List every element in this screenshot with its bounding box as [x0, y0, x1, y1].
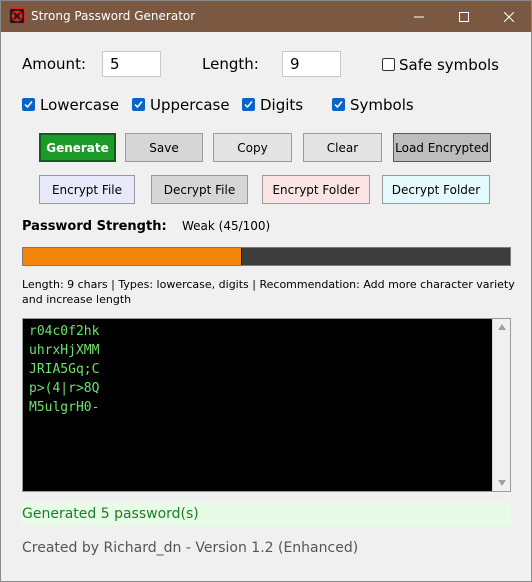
password-line: p>(4|r>8Q [29, 381, 100, 396]
uppercase-checkbox[interactable] [132, 98, 145, 111]
symbols-label[interactable]: Symbols [350, 96, 414, 114]
scroll-up-icon[interactable] [498, 324, 506, 330]
minimize-button[interactable] [396, 1, 441, 32]
checkmark-icon [24, 101, 33, 109]
output-scrollbar[interactable] [492, 319, 510, 491]
password-line: uhrxHjXMM [29, 343, 100, 358]
generate-button[interactable]: Generate [39, 133, 116, 162]
password-line: M5ulgrH0- [29, 400, 100, 415]
lowercase-checkbox[interactable] [22, 98, 35, 111]
copy-button[interactable]: Copy [213, 133, 292, 162]
password-line: r04c0f2hk [29, 324, 100, 339]
checkmark-icon [334, 101, 343, 109]
strength-progress-bar [22, 247, 511, 266]
close-icon [503, 11, 514, 22]
strength-label: Password Strength: [22, 219, 167, 234]
decrypt-folder-button[interactable]: Decrypt Folder [382, 175, 490, 204]
uppercase-label[interactable]: Uppercase [150, 96, 230, 114]
length-label: Length: [202, 55, 259, 73]
checkmark-icon [244, 101, 253, 109]
minimize-icon [413, 16, 424, 17]
title-bar[interactable]: Strong Password Generator [1, 1, 531, 32]
footer-credit: Created by Richard_dn - Version 1.2 (Enh… [22, 540, 359, 556]
app-icon [9, 8, 25, 24]
decrypt-file-button[interactable]: Decrypt File [151, 175, 248, 204]
symbols-checkbox[interactable] [332, 98, 345, 111]
length-input[interactable]: 9 [282, 51, 341, 77]
password-line: JRIA5Gq;C [29, 362, 100, 377]
safe-symbols-label[interactable]: Safe symbols [399, 56, 499, 74]
load-encrypted-button[interactable]: Load Encrypted [393, 133, 491, 162]
password-list: r04c0f2hk uhrxHjXMM JRIA5Gq;C p>(4|r>8Q M5ul… [29, 322, 99, 417]
amount-label: Amount: [22, 55, 86, 73]
strength-value: Weak (45/100) [182, 219, 271, 233]
save-button[interactable]: Save [125, 133, 203, 162]
clear-button[interactable]: Clear [303, 133, 382, 162]
amount-input[interactable]: 5 [102, 51, 161, 77]
maximize-icon [458, 11, 469, 22]
window-title: Strong Password Generator [31, 9, 196, 23]
scroll-down-icon[interactable] [498, 480, 506, 486]
strength-progress-fill [23, 248, 243, 265]
checkmark-icon [134, 101, 143, 109]
close-button[interactable] [486, 1, 531, 32]
safe-symbols-checkbox[interactable] [382, 58, 395, 71]
digits-checkbox[interactable] [242, 98, 255, 111]
strength-details: Length: 9 chars | Types: lowercase, digi… [22, 278, 515, 306]
password-output[interactable]: r04c0f2hk uhrxHjXMM JRIA5Gq;C p>(4|r>8Q M5ul… [22, 318, 511, 492]
encrypt-file-button[interactable]: Encrypt File [39, 175, 135, 204]
app-window: Strong Password Generator Amount: 5 Leng… [0, 0, 532, 582]
status-bar: Generated 5 password(s) [22, 502, 511, 526]
lowercase-label[interactable]: Lowercase [40, 96, 119, 114]
encrypt-folder-button[interactable]: Encrypt Folder [262, 175, 370, 204]
digits-label[interactable]: Digits [260, 96, 303, 114]
maximize-button[interactable] [441, 1, 486, 32]
